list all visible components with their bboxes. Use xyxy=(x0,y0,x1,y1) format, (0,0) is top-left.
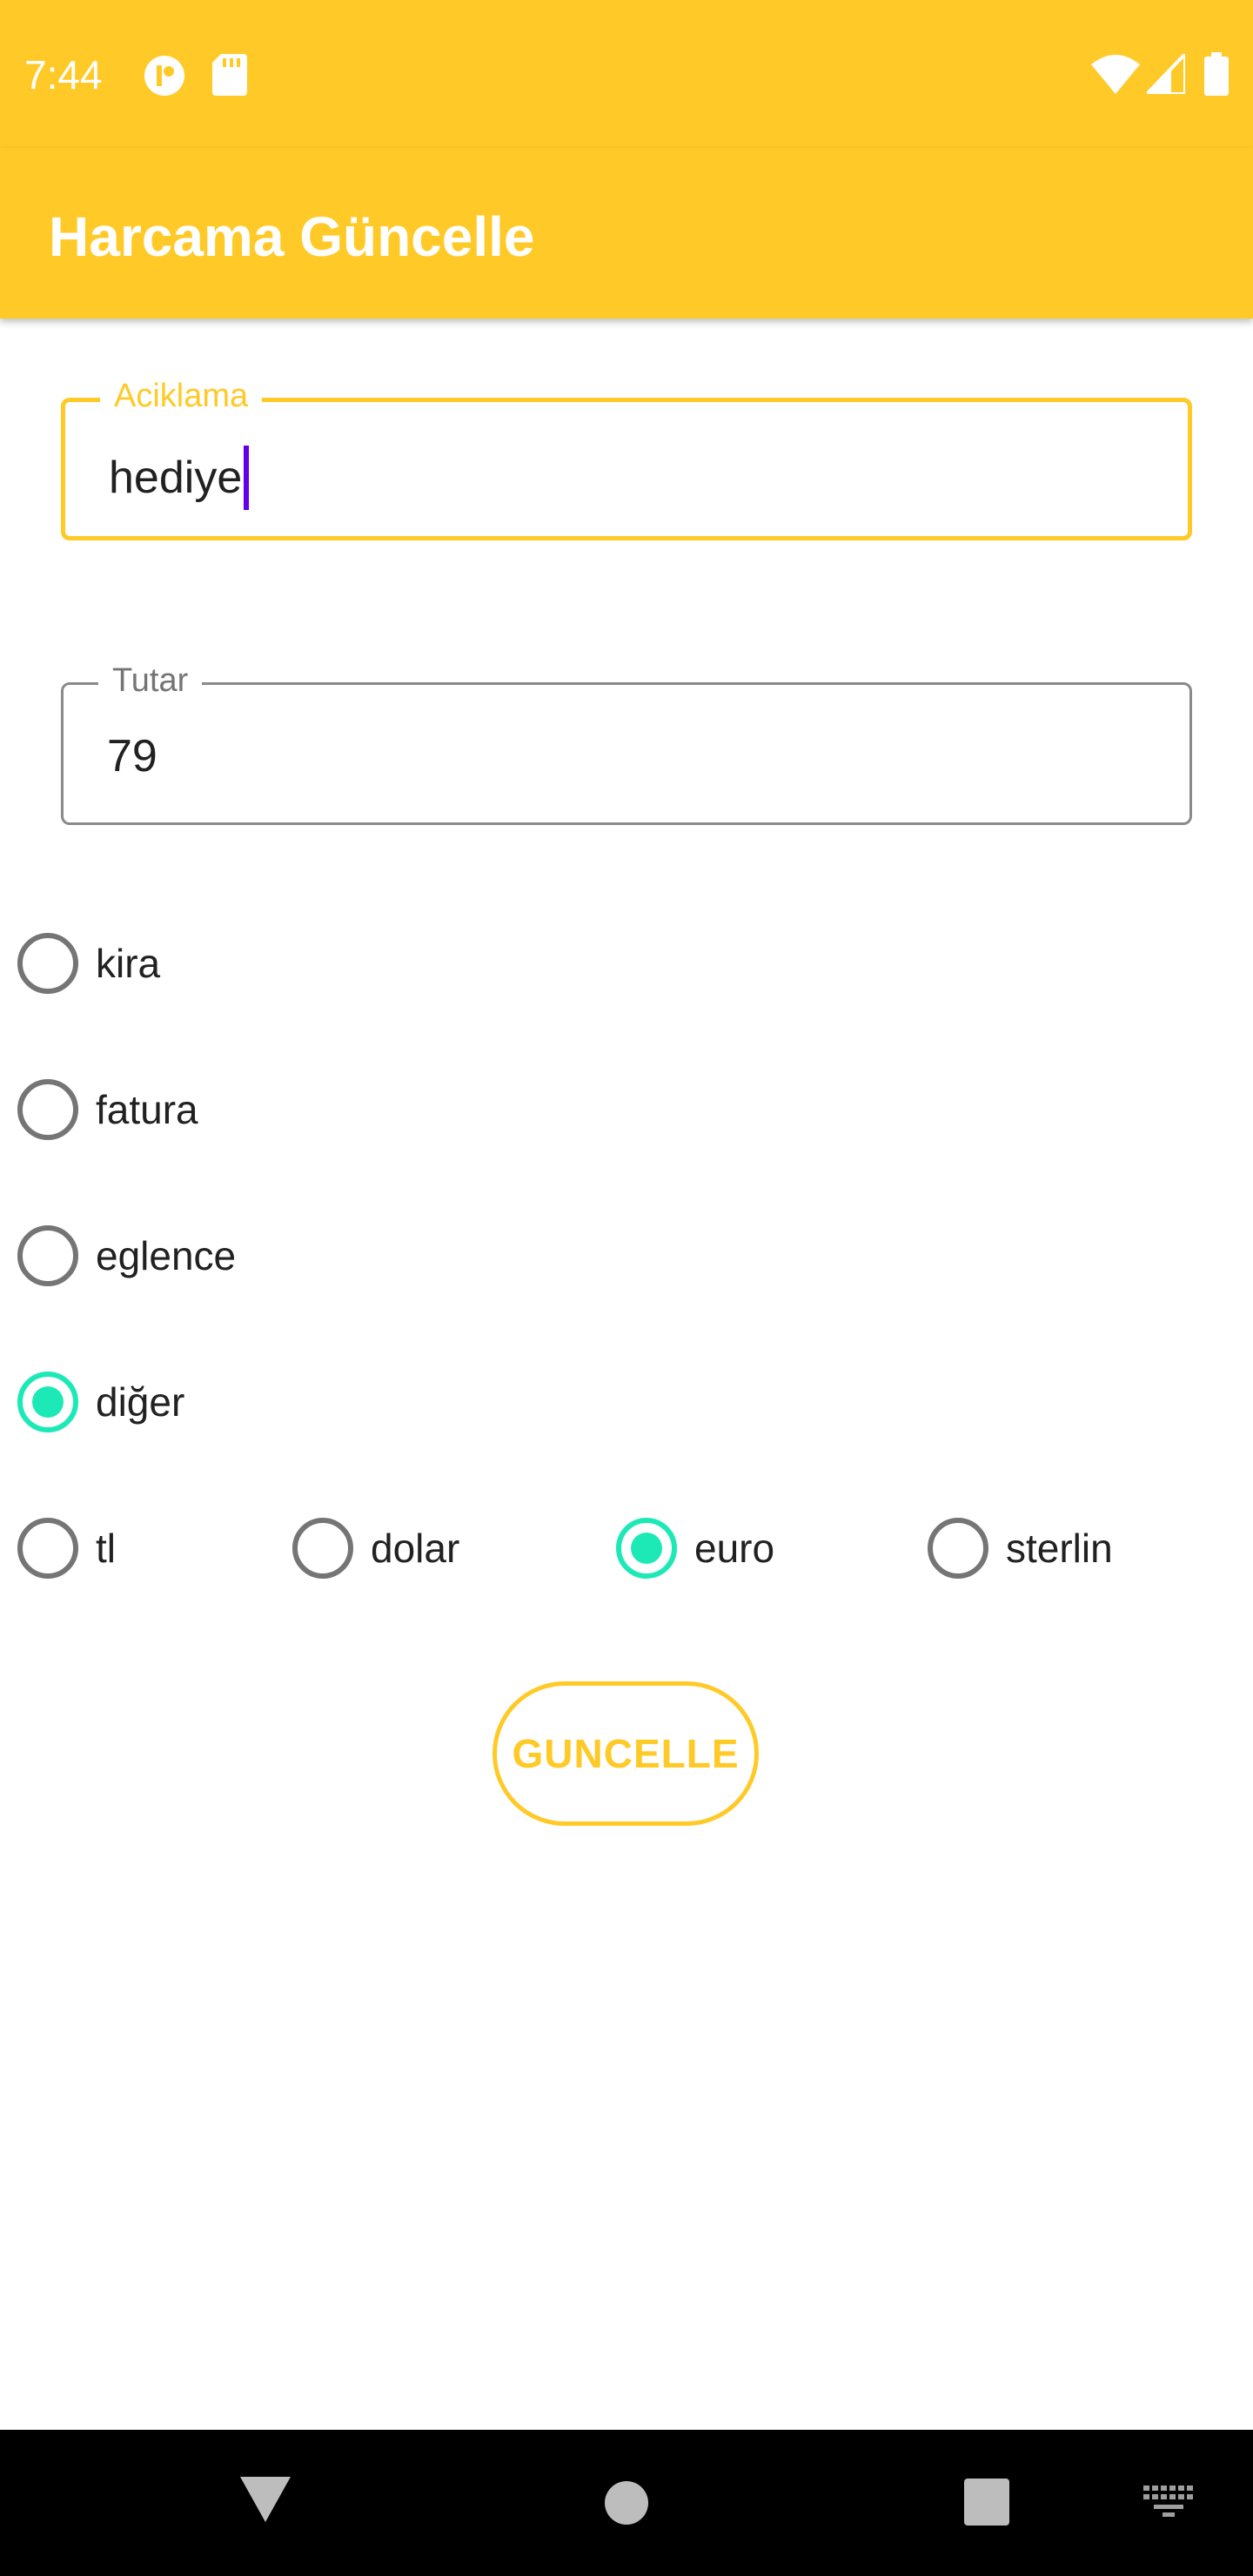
category-radio-diger[interactable]: diğer xyxy=(17,1372,184,1432)
amount-field-value-wrap: 79 xyxy=(107,728,157,784)
description-field-value-wrap: hediye xyxy=(109,446,250,510)
currency-radio-euro[interactable]: euro xyxy=(616,1518,774,1579)
sd-card-icon xyxy=(212,54,247,96)
amount-field-label: Tutar xyxy=(98,659,203,702)
category-radio-kira[interactable]: kira xyxy=(17,933,160,994)
radio-label: fatura xyxy=(96,1087,198,1132)
category-radio-eglence[interactable]: eglence xyxy=(17,1225,236,1286)
radio-label: euro xyxy=(694,1526,775,1571)
radio-label: tl xyxy=(96,1526,116,1571)
radio-label: dolar xyxy=(371,1526,460,1571)
currency-radio-tl[interactable]: tl xyxy=(17,1518,116,1579)
status-time: 7:44 xyxy=(24,52,103,97)
back-icon[interactable] xyxy=(240,2477,291,2522)
home-icon[interactable] xyxy=(604,2480,649,2526)
radio-button[interactable] xyxy=(17,1518,78,1579)
radio-button[interactable] xyxy=(928,1518,988,1579)
screen: 7:44 Harcama Güncelle Aciklama hediye Tu… xyxy=(0,0,1253,2576)
notification-icon xyxy=(144,56,184,96)
currency-radio-sterlin[interactable]: sterlin xyxy=(928,1518,1113,1579)
signal-icon xyxy=(1147,54,1185,94)
description-field-label: Aciklama xyxy=(100,374,263,418)
radio-label: diğer xyxy=(96,1379,185,1425)
wifi-icon xyxy=(1091,55,1140,94)
app-bar: Harcama Güncelle xyxy=(0,148,1253,319)
radio-label: sterlin xyxy=(1006,1526,1113,1571)
description-field[interactable]: Aciklama hediye xyxy=(61,374,1192,540)
text-cursor xyxy=(244,446,250,510)
radio-button[interactable] xyxy=(17,1372,78,1432)
radio-button[interactable] xyxy=(17,1225,78,1286)
description-field-value: hediye xyxy=(109,453,243,503)
keyboard-icon[interactable] xyxy=(1143,2485,1194,2517)
category-radio-fatura[interactable]: fatura xyxy=(17,1079,198,1140)
update-button[interactable]: GUNCELLE xyxy=(492,1681,759,1826)
radio-label: kira xyxy=(96,941,161,986)
currency-radio-dolar[interactable]: dolar xyxy=(292,1518,459,1579)
page-title: Harcama Güncelle xyxy=(49,205,535,268)
radio-button[interactable] xyxy=(17,1079,78,1140)
radio-label: eglence xyxy=(96,1233,237,1278)
navigation-bar xyxy=(0,2430,1253,2576)
battery-icon xyxy=(1204,52,1229,96)
radio-button[interactable] xyxy=(616,1518,677,1579)
status-bar: 7:44 xyxy=(0,0,1253,148)
recents-icon[interactable] xyxy=(964,2479,1009,2526)
amount-field[interactable]: Tutar 79 xyxy=(61,659,1192,825)
radio-button[interactable] xyxy=(292,1518,353,1579)
amount-field-value: 79 xyxy=(107,731,157,782)
radio-button[interactable] xyxy=(17,933,78,994)
